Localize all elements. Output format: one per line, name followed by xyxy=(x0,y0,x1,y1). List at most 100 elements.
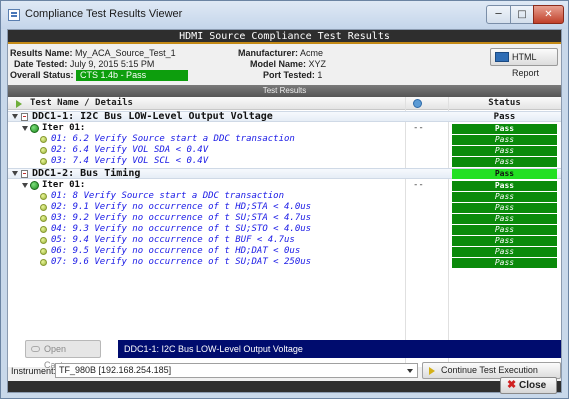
test-step-row[interactable]: 03: 9.2 Verify no occurrence of t SU;STA… xyxy=(8,213,561,224)
open-capture-button[interactable]: Open Capture xyxy=(25,340,101,370)
manufacturer-value: Acme xyxy=(300,48,324,58)
column-header-status[interactable]: Status xyxy=(448,98,561,108)
test-step-row[interactable]: 01: 6.2 Verify Source start a DDC transa… xyxy=(8,134,561,145)
close-label: Close xyxy=(519,380,547,391)
iteration-row[interactable]: Iter 01: -- Pass xyxy=(8,123,561,134)
test-group-row[interactable]: DDC1-2: Bus Timing Pass xyxy=(8,168,561,179)
model-name-label: Model Name: xyxy=(250,59,307,69)
test-step-label: 03: 9.2 Verify no occurrence of t SU;STA… xyxy=(51,213,312,223)
results-tree[interactable]: Test Name / Details Status DDC1-1: I2C B… xyxy=(8,97,561,367)
step-icon xyxy=(40,147,47,154)
test-step-status: Pass xyxy=(452,214,557,224)
collapse-icon[interactable] xyxy=(12,171,18,176)
step-icon xyxy=(40,248,47,255)
test-step-row[interactable]: 01: 8 Verify Source start a DDC transact… xyxy=(8,191,561,202)
test-doc-icon xyxy=(21,170,28,178)
iteration-icon xyxy=(30,181,39,190)
iteration-label: Iter 01: xyxy=(42,180,86,190)
model-name: Model Name: XYZ xyxy=(250,59,326,70)
test-group-title: DDC1-2: Bus Timing xyxy=(32,168,141,179)
test-results-header: Test Results xyxy=(8,85,561,97)
step-icon xyxy=(40,259,47,266)
maximize-button[interactable]: □ xyxy=(510,5,534,24)
app-icon xyxy=(8,9,20,21)
step-icon xyxy=(40,204,47,211)
minimize-button[interactable]: ─ xyxy=(486,5,511,24)
date-tested-value: July 9, 2015 5:15 PM xyxy=(69,59,155,69)
test-step-row[interactable]: 05: 9.4 Verify no occurrence of t BUF < … xyxy=(8,235,561,246)
close-button[interactable]: ✖ Close xyxy=(500,377,557,394)
html-report-button[interactable]: HTML Report xyxy=(490,48,558,78)
test-step-status: Pass xyxy=(452,146,557,156)
test-step-status: Pass xyxy=(452,247,557,257)
step-icon xyxy=(40,193,47,200)
model-name-value: XYZ xyxy=(308,59,327,69)
test-step-row[interactable]: 06: 9.5 Verify no occurrence of t HD;DAT… xyxy=(8,246,561,257)
collapse-icon[interactable] xyxy=(22,183,28,188)
capture-icon xyxy=(31,346,40,352)
footer-bar xyxy=(8,381,561,392)
manufacturer-label: Manufacturer: xyxy=(238,48,299,58)
date-tested-label: Date Tested: xyxy=(14,59,68,69)
test-step-row[interactable]: 02: 9.1 Verify no occurrence of t HD;STA… xyxy=(8,202,561,213)
run-icon xyxy=(16,100,22,108)
app-window: Compliance Test Results Viewer ─ □ ✕ HDM… xyxy=(0,0,569,399)
collapse-icon[interactable] xyxy=(22,126,28,131)
results-name: Results Name: My_ACA_Source_Test_1 xyxy=(10,48,176,59)
chevron-down-icon xyxy=(407,369,413,373)
test-step-status: Pass xyxy=(452,236,557,246)
results-name-value: My_ACA_Source_Test_1 xyxy=(75,48,176,58)
report-icon xyxy=(495,52,509,62)
iteration-time: -- xyxy=(413,180,424,190)
test-step-label: 01: 6.2 Verify Source start a DDC transa… xyxy=(51,134,295,144)
results-name-label: Results Name: xyxy=(10,48,73,58)
port-tested-value: 1 xyxy=(317,70,323,80)
overall-status-label: Overall Status: xyxy=(10,70,74,80)
instrument-select[interactable]: TF_980B [192.168.254.185] xyxy=(55,363,418,378)
test-group-status: Pass xyxy=(493,112,516,122)
port-tested-label: Port Tested: xyxy=(263,70,315,80)
step-icon xyxy=(40,158,47,165)
overall-status: Overall Status: CTS 1.4b - Pass xyxy=(10,70,189,81)
close-icon: ✖ xyxy=(507,379,517,391)
test-step-status: Pass xyxy=(452,192,557,202)
test-step-status: Pass xyxy=(452,225,557,235)
collapse-icon[interactable] xyxy=(12,114,18,119)
test-step-status: Pass xyxy=(452,258,557,268)
iteration-row[interactable]: Iter 01: -- Pass xyxy=(8,180,561,191)
time-icon xyxy=(413,99,422,108)
window-title: Compliance Test Results Viewer xyxy=(25,8,183,20)
step-icon xyxy=(40,237,47,244)
title-bar[interactable]: Compliance Test Results Viewer ─ □ ✕ xyxy=(1,1,568,29)
test-step-label: 07: 9.6 Verify no occurrence of t SU;DAT… xyxy=(51,257,312,267)
iteration-status: Pass xyxy=(452,181,557,191)
date-tested: Date Tested: July 9, 2015 5:15 PM xyxy=(14,59,154,70)
step-icon xyxy=(40,215,47,222)
html-report-label: HTML Report xyxy=(512,52,540,78)
column-header-name[interactable]: Test Name / Details xyxy=(30,98,133,108)
test-step-status: Pass xyxy=(452,157,557,167)
test-step-label: 06: 9.5 Verify no occurrence of t HD;DAT… xyxy=(51,246,301,256)
test-group-status: Pass xyxy=(452,169,557,179)
iteration-label: Iter 01: xyxy=(42,123,86,133)
test-step-status: Pass xyxy=(452,135,557,145)
test-doc-icon xyxy=(21,113,28,121)
test-step-row[interactable]: 04: 9.3 Verify no occurrence of t SU;STO… xyxy=(8,224,561,235)
manufacturer: Manufacturer: Acme xyxy=(238,48,323,59)
step-icon xyxy=(40,136,47,143)
test-step-label: 01: 8 Verify Source start a DDC transact… xyxy=(51,191,284,201)
client-area: HDMI Source Compliance Test Results Resu… xyxy=(7,29,562,394)
test-group-row[interactable]: DDC1-1: I2C Bus LOW-Level Output Voltage… xyxy=(8,111,561,122)
window-close-button[interactable]: ✕ xyxy=(533,5,564,24)
iteration-icon xyxy=(30,124,39,133)
test-group-title: DDC1-1: I2C Bus LOW-Level Output Voltage xyxy=(32,111,273,122)
test-step-row[interactable]: 07: 9.6 Verify no occurrence of t SU;DAT… xyxy=(8,257,561,268)
test-step-row[interactable]: 02: 6.4 Verify VOL SDA < 0.4V Pass xyxy=(8,145,561,156)
test-step-row[interactable]: 03: 7.4 Verify VOL SCL < 0.4V Pass xyxy=(8,156,561,167)
test-step-label: 03: 7.4 Verify VOL SCL < 0.4V xyxy=(51,156,209,166)
test-step-status: Pass xyxy=(452,203,557,213)
step-icon xyxy=(40,226,47,233)
banner-title: HDMI Source Compliance Test Results xyxy=(8,30,561,44)
selected-test-bar: DDC1-1: I2C Bus LOW-Level Output Voltage xyxy=(118,340,561,358)
test-step-label: 02: 9.1 Verify no occurrence of t HD;STA… xyxy=(51,202,312,212)
